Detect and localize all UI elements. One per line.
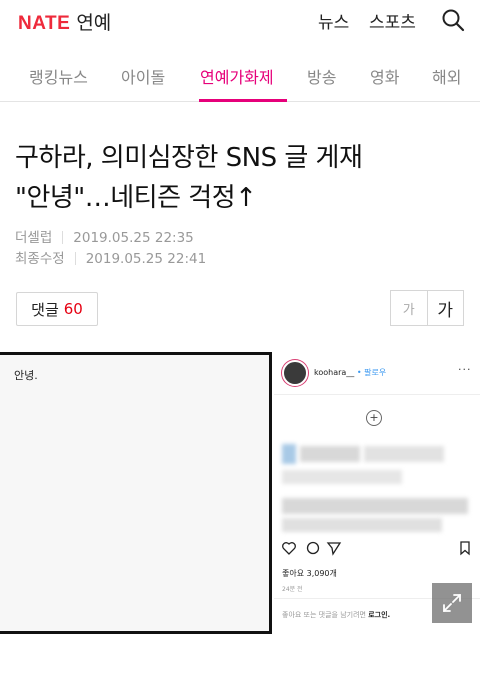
divider [74,252,76,265]
published-time: 2019.05.25 22:35 [73,230,194,246]
image-left-text: 안녕. [14,369,38,382]
blurred-content [282,470,402,484]
headline-line-1: 구하라, 의미심장한 SNS 글 게재 [15,143,363,173]
font-size-controls: 가 가 [390,290,464,326]
news-link[interactable]: 뉴스 [318,8,349,33]
instagram-follow: • 팔로우 [356,368,387,377]
instagram-login-prompt: 좋아요 또는 댓글을 남기려면 로그인. [282,610,390,620]
category-tabs: 랭킹뉴스 아이돌 연예가화제 방송 영화 해외 [0,46,480,102]
search-icon[interactable] [441,8,465,32]
instagram-username: koohara__ • 팔로우 [314,367,386,378]
modified-label: 최종수정 [15,251,65,267]
tab-overseas[interactable]: 해외 [432,64,461,88]
top-header: NATE 연예 뉴스 스포츠 [0,0,480,42]
more-icon: ··· [458,363,472,376]
comments-count: 60 [63,300,83,318]
tab-broadcast[interactable]: 방송 [307,64,336,88]
blurred-content [300,446,360,462]
comments-button[interactable]: 댓글 60 [16,292,98,326]
font-size-smaller-button[interactable]: 가 [391,291,427,325]
tab-movie[interactable]: 영화 [370,64,399,88]
article-source: 더셀럽 [15,230,53,246]
active-tab-indicator [199,99,287,102]
instagram-time: 24분 전 [282,586,303,593]
tab-idol[interactable]: 아이돌 [121,64,165,88]
instagram-login-link: 로그인. [368,611,391,619]
instagram-login-prefix: 좋아요 또는 댓글을 남기려면 [282,611,366,619]
modified-time: 2019.05.25 22:41 [85,251,207,267]
blurred-content [282,518,442,532]
comments-label: 댓글 [31,300,59,319]
divider [274,394,480,395]
expand-icon [443,594,461,612]
expand-image-button[interactable] [432,583,472,623]
tab-entertainment-topics[interactable]: 연예가화제 [200,64,274,88]
logo-section: 연예 [76,12,112,34]
blurred-content [282,444,296,464]
instagram-likes: 좋아요 3,090개 [282,569,337,578]
article-source-row: 더셀럽 2019.05.25 22:35 [15,226,194,246]
headline-line-2: "안녕"…네티즌 걱정↑ [15,183,257,213]
plus-circle-icon: + [366,410,382,426]
divider [62,231,64,244]
instagram-username-text: koohara__ [314,368,355,377]
blurred-content [364,446,444,462]
tab-ranking-news[interactable]: 랭킹뉴스 [29,64,88,88]
blurred-content [282,498,468,514]
avatar [282,360,308,386]
image-left-panel: 안녕. [0,352,272,634]
sports-link[interactable]: 스포츠 [369,8,416,33]
font-size-larger-button[interactable]: 가 [426,291,464,325]
article-modified-row: 최종수정 2019.05.25 22:41 [15,247,206,267]
article-headline: 구하라, 의미심장한 SNS 글 게재 "안녕"…네티즌 걱정↑ [15,138,470,218]
article-image: 안녕. koohara__ • 팔로우 ··· + 좋아요 3,090개 24분… [0,350,480,634]
logo-brand: NATE [18,13,71,34]
instagram-action-icons [282,541,470,556]
logo[interactable]: NATE 연예 [18,8,111,35]
